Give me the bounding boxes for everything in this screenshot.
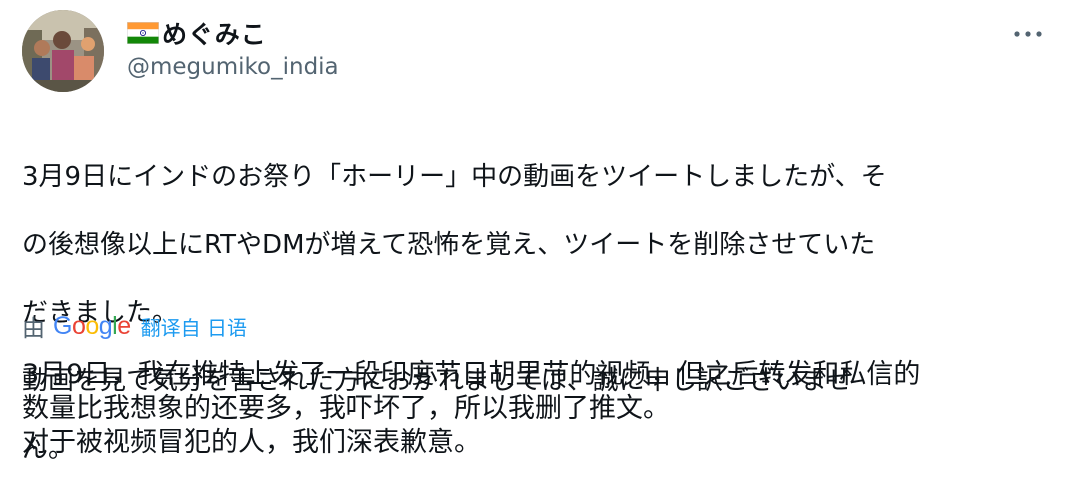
more-options-button[interactable]	[1010, 20, 1046, 48]
tweet-text-line: 3月9日にインドのお祭り「ホーリー」中の動画をツイートしましたが、そ	[22, 162, 887, 192]
india-flag-icon	[127, 22, 159, 44]
google-logo-o2: o	[85, 311, 99, 340]
avatar-image	[22, 10, 104, 92]
more-horizontal-icon	[1014, 31, 1042, 37]
display-name-row: めぐみこ	[127, 15, 267, 51]
google-logo-g: G	[53, 311, 72, 340]
avatar[interactable]	[22, 10, 104, 92]
translated-text-line: 数量比我想象的还要多，我吓坏了，所以我删了推文。	[22, 393, 670, 424]
translated-text-line: 3月9日，我在推特上发了一段印度节日胡里节的视频，但之后转发和私信的	[22, 359, 921, 390]
translation-by-label: 由	[22, 316, 45, 342]
translated-from-link[interactable]: 翻译自 日语	[141, 312, 247, 341]
google-logo-g2: g	[98, 311, 113, 340]
user-handle[interactable]: @megumiko_india	[127, 54, 339, 80]
google-logo-o1: o	[71, 311, 86, 340]
translation-attribution: 由 Google 翻译自 日语	[22, 309, 247, 343]
google-logo: Google	[53, 312, 131, 341]
translated-text: 3月9日，我在推特上发了一段印度节日胡里节的视频，但之后转发和私信的 数量比我想…	[22, 358, 1062, 460]
google-logo-e: e	[117, 311, 131, 340]
display-name[interactable]: めぐみこ	[162, 15, 267, 51]
tweet-text-line: の後想像以上にRTやDMが増えて恐怖を覚え、ツイートを削除させていた	[22, 230, 876, 260]
translated-text-line: 对于被视频冒犯的人，我们深表歉意。	[22, 427, 481, 458]
